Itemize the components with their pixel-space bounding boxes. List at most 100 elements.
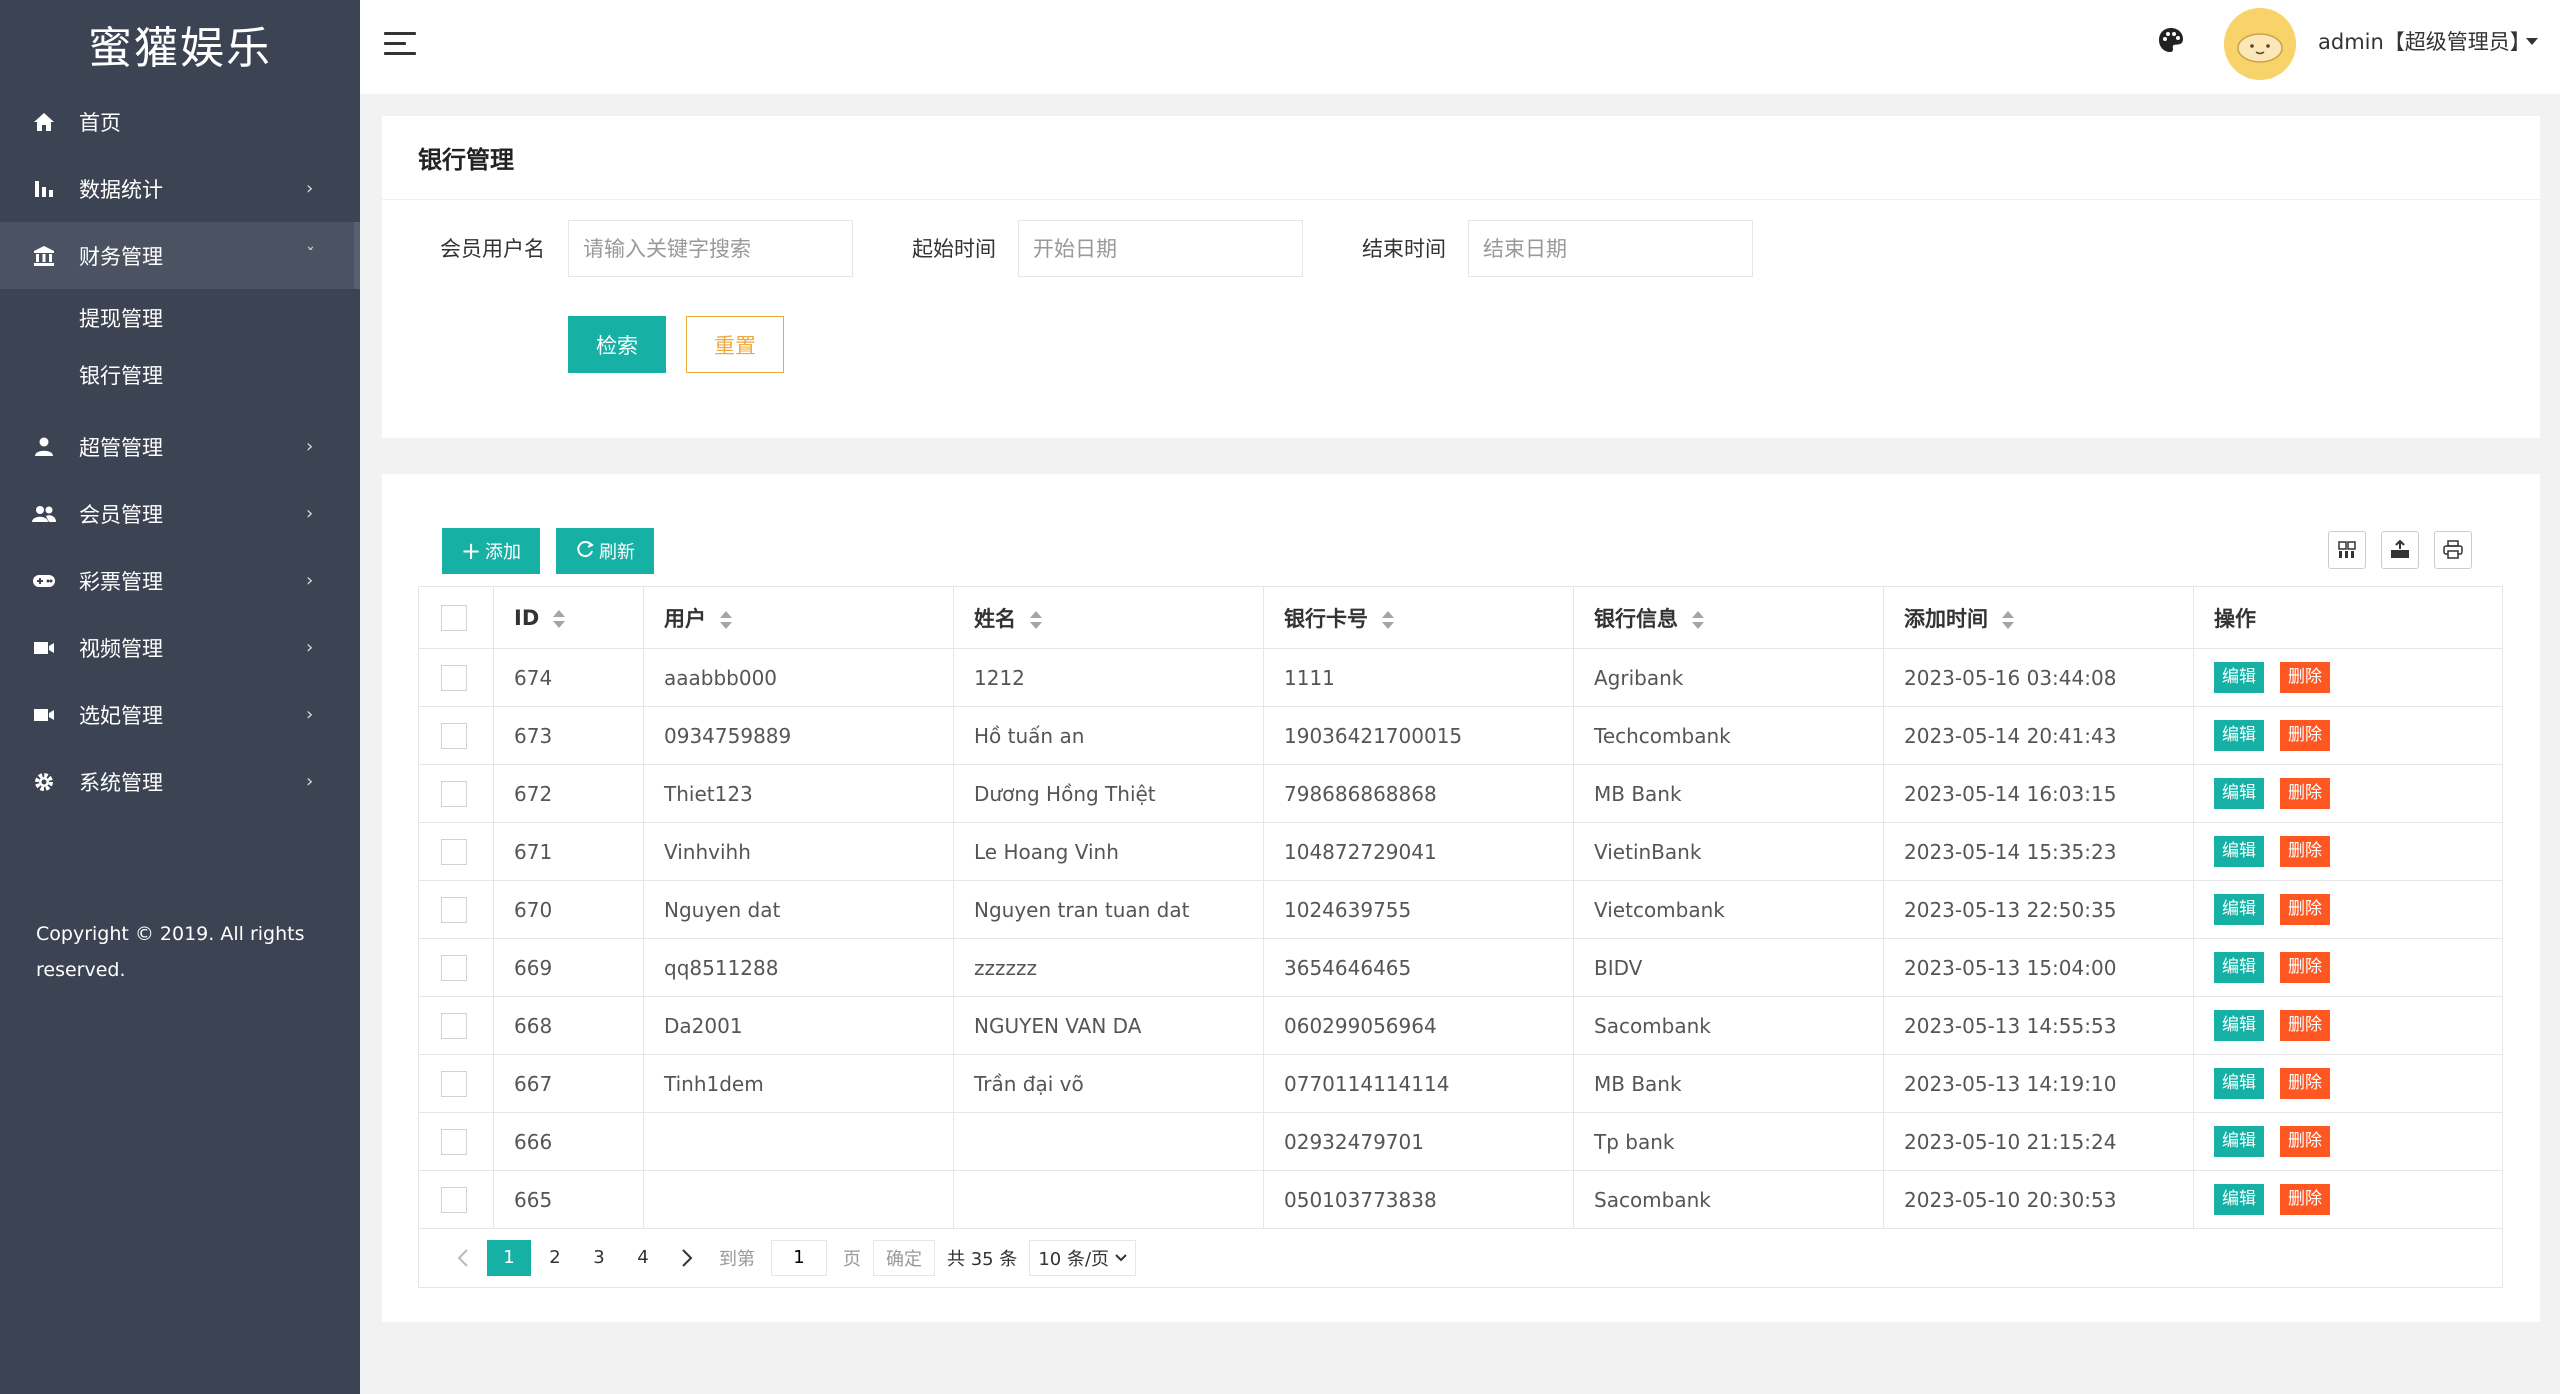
end-date-input[interactable] — [1468, 220, 1753, 277]
row-checkbox[interactable] — [441, 780, 467, 807]
edit-button[interactable]: 编辑 — [2214, 1010, 2264, 1041]
end-time-label: 结束时间 — [1362, 237, 1446, 261]
sidebar-item-stats[interactable]: 数据统计 › — [0, 155, 360, 222]
row-checkbox[interactable] — [441, 896, 467, 923]
delete-button[interactable]: 删除 — [2280, 1184, 2330, 1215]
columns-filter-icon[interactable] — [2328, 531, 2366, 569]
username-search-input[interactable] — [568, 220, 853, 277]
row-checkbox[interactable] — [441, 664, 467, 691]
cell-time: 2023-05-13 14:55:53 — [1883, 996, 2194, 1055]
edit-button[interactable]: 编辑 — [2214, 1068, 2264, 1099]
sidebar-subitem-withdraw[interactable]: 提现管理 — [0, 289, 360, 346]
delete-button[interactable]: 删除 — [2280, 894, 2330, 925]
goto-confirm-button[interactable]: 确定 — [873, 1239, 935, 1276]
sidebar-item-selection[interactable]: 选妃管理 › — [0, 681, 360, 748]
cell-user: Thiet123 — [643, 764, 954, 823]
delete-button[interactable]: 删除 — [2280, 836, 2330, 867]
cell-name: zzzzzz — [953, 938, 1264, 997]
edit-button[interactable]: 编辑 — [2214, 836, 2264, 867]
cell-id: 667 — [493, 1054, 644, 1113]
col-id[interactable]: ID — [493, 586, 644, 649]
search-button[interactable]: 检索 — [568, 316, 666, 373]
caret-down-icon[interactable] — [2526, 38, 2538, 45]
cell-time: 2023-05-14 20:41:43 — [1883, 706, 2194, 765]
cell-card: 02932479701 — [1263, 1112, 1574, 1171]
sidebar-item-members[interactable]: 会员管理 › — [0, 480, 360, 547]
top-header: admin【超级管理员】 — [360, 0, 2560, 94]
sidebar-item-lottery[interactable]: 彩票管理 › — [0, 547, 360, 614]
row-checkbox[interactable] — [441, 1012, 467, 1039]
palette-icon[interactable] — [2157, 26, 2187, 56]
menu-toggle-icon[interactable] — [384, 30, 418, 58]
edit-button[interactable]: 编辑 — [2214, 1184, 2264, 1215]
delete-button[interactable]: 删除 — [2280, 1068, 2330, 1099]
cell-name: Nguyen tran tuan dat — [953, 880, 1264, 939]
row-checkbox[interactable] — [441, 1070, 467, 1097]
user-menu[interactable]: admin【超级管理员】 — [2318, 26, 2531, 56]
delete-button[interactable]: 删除 — [2280, 1010, 2330, 1041]
page-3[interactable]: 3 — [579, 1240, 619, 1276]
delete-button[interactable]: 删除 — [2280, 720, 2330, 751]
edit-button[interactable]: 编辑 — [2214, 720, 2264, 751]
next-page-icon[interactable] — [667, 1240, 707, 1276]
edit-button[interactable]: 编辑 — [2214, 952, 2264, 983]
cell-time: 2023-05-16 03:44:08 — [1883, 648, 2194, 707]
row-checkbox[interactable] — [441, 1128, 467, 1155]
col-bank[interactable]: 银行信息 — [1573, 586, 1884, 649]
edit-button[interactable]: 编辑 — [2214, 778, 2264, 809]
page-4[interactable]: 4 — [623, 1240, 663, 1276]
table-header-row: ID 用户 姓名 银行卡号 银行信息 添加时间 操作 — [418, 586, 2503, 649]
page-2[interactable]: 2 — [535, 1240, 575, 1276]
row-checkbox[interactable] — [441, 838, 467, 865]
sidebar-item-home[interactable]: 首页 — [0, 88, 360, 155]
edit-button[interactable]: 编辑 — [2214, 894, 2264, 925]
refresh-button[interactable]: 刷新 — [556, 528, 654, 574]
cell-actions: 编辑 删除 — [2193, 938, 2503, 997]
col-card[interactable]: 银行卡号 — [1263, 586, 1574, 649]
start-time-label: 起始时间 — [912, 237, 996, 261]
reset-button[interactable]: 重置 — [686, 316, 784, 373]
per-page-select[interactable]: 10 条/页 — [1029, 1239, 1137, 1276]
row-check-cell — [418, 648, 494, 707]
export-icon[interactable] — [2381, 531, 2419, 569]
sort-icon[interactable] — [1382, 610, 1394, 629]
page-title: 银行管理 — [382, 116, 2540, 200]
col-name[interactable]: 姓名 — [953, 586, 1264, 649]
sidebar-item-finance[interactable]: 财务管理 ˇ — [0, 222, 360, 289]
edit-button[interactable]: 编辑 — [2214, 1126, 2264, 1157]
edit-button[interactable]: 编辑 — [2214, 662, 2264, 693]
row-checkbox[interactable] — [441, 1186, 467, 1213]
col-user-label: 用户 — [664, 606, 706, 631]
sidebar-item-admins[interactable]: 超管管理 › — [0, 413, 360, 480]
sort-icon[interactable] — [553, 609, 566, 628]
cell-bank: BIDV — [1573, 938, 1884, 997]
prev-page-icon[interactable] — [443, 1240, 483, 1276]
chevron-right-icon: › — [306, 436, 314, 457]
row-checkbox[interactable] — [441, 954, 467, 981]
goto-page-input[interactable] — [771, 1239, 827, 1276]
col-time[interactable]: 添加时间 — [1883, 586, 2194, 649]
add-button[interactable]: + 添加 — [442, 528, 540, 574]
sidebar-item-videos[interactable]: 视频管理 › — [0, 614, 360, 681]
delete-button[interactable]: 删除 — [2280, 1126, 2330, 1157]
delete-button[interactable]: 删除 — [2280, 952, 2330, 983]
sort-icon[interactable] — [1692, 610, 1704, 629]
table-row: 666 02932479701 Tp bank 2023-05-10 21:15:24… — [418, 1112, 2503, 1171]
table-row: 672 Thiet123 Dương Hồng Thiệt 798686868868 M… — [418, 764, 2503, 823]
sort-icon[interactable] — [1030, 610, 1042, 629]
sidebar-subitem-bank[interactable]: 银行管理 — [0, 346, 360, 403]
print-icon[interactable] — [2434, 531, 2472, 569]
col-user[interactable]: 用户 — [643, 586, 954, 649]
sidebar-item-system[interactable]: 系统管理 › — [0, 748, 360, 815]
start-date-input[interactable] — [1018, 220, 1303, 277]
sort-icon[interactable] — [720, 610, 732, 629]
delete-button[interactable]: 删除 — [2280, 778, 2330, 809]
sort-icon[interactable] — [2002, 610, 2014, 629]
page-1[interactable]: 1 — [487, 1239, 531, 1276]
row-checkbox[interactable] — [441, 722, 467, 749]
delete-button[interactable]: 删除 — [2280, 662, 2330, 693]
table-row: 674 aaabbb000 1212 1111 Agribank 2023-05-16 0… — [418, 648, 2503, 707]
select-all-checkbox[interactable] — [441, 604, 467, 631]
home-icon — [32, 110, 56, 134]
avatar[interactable] — [2224, 8, 2296, 80]
